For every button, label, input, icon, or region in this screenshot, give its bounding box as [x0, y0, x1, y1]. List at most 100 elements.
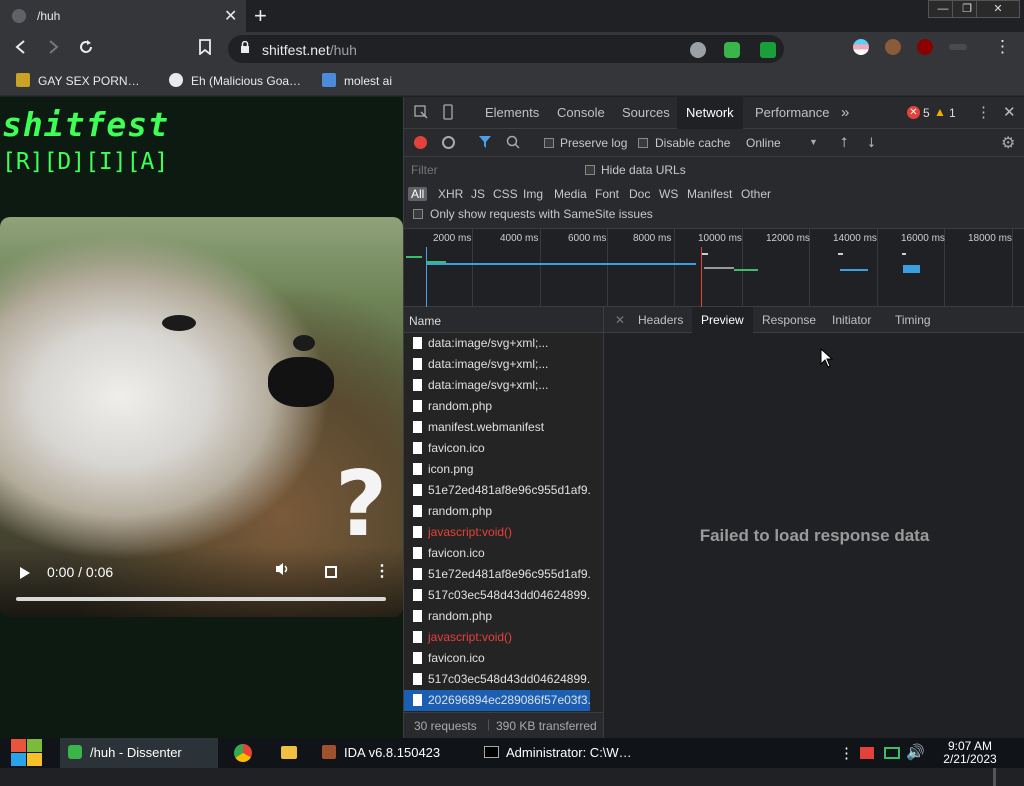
- volume-icon[interactable]: 🔊: [906, 743, 925, 761]
- request-row[interactable]: icon.png: [404, 459, 590, 480]
- filter-font[interactable]: Font: [595, 187, 619, 201]
- request-row[interactable]: random.php: [404, 501, 590, 522]
- volume-icon[interactable]: [275, 562, 291, 580]
- disable-cache-checkbox[interactable]: [638, 138, 648, 148]
- more-options-icon[interactable]: ⋮: [374, 561, 390, 581]
- name-column-header[interactable]: Name: [404, 307, 604, 333]
- taskbar-item-cmd[interactable]: Administrator: C:\W…: [474, 738, 632, 768]
- video-progress-bar[interactable]: [16, 597, 386, 601]
- chevron-down-icon[interactable]: ▼: [809, 137, 818, 147]
- extension-icon[interactable]: [949, 44, 967, 50]
- folder-icon[interactable]: [281, 746, 297, 759]
- filter-other[interactable]: Other: [741, 187, 771, 201]
- tab-timing[interactable]: Timing: [886, 307, 940, 333]
- samesite-checkbox[interactable]: [413, 209, 423, 219]
- request-row[interactable]: javascript:void(): [404, 627, 590, 648]
- ublock-icon[interactable]: [917, 39, 933, 55]
- flag-icon[interactable]: [860, 747, 874, 759]
- filter-input[interactable]: [408, 161, 574, 179]
- bookmark-star-icon[interactable]: [198, 39, 212, 60]
- taskbar-item-ida[interactable]: IDA v6.8.150423: [312, 738, 440, 768]
- filter-js[interactable]: JS: [471, 187, 485, 201]
- menu-icon[interactable]: ⋮: [994, 37, 1011, 57]
- new-tab-button[interactable]: +: [254, 3, 267, 29]
- close-devtools-icon[interactable]: ✕: [1003, 103, 1016, 121]
- browser-tab[interactable]: /huh ✕: [0, 0, 246, 32]
- request-row[interactable]: 51e72ed481af8e96c955d1af9...: [404, 564, 590, 585]
- tab-network[interactable]: Network: [677, 97, 743, 129]
- request-row[interactable]: data:image/svg+xml;...: [404, 333, 590, 354]
- tab-performance[interactable]: Performance: [746, 97, 838, 129]
- request-row[interactable]: data:image/svg+xml;...: [404, 354, 590, 375]
- tab-headers[interactable]: Headers: [629, 307, 692, 333]
- network-overview[interactable]: 2000 ms 4000 ms 6000 ms 8000 ms 10000 ms…: [404, 229, 1024, 307]
- request-row[interactable]: random.php: [404, 606, 590, 627]
- filter-media[interactable]: Media: [554, 187, 587, 201]
- gridline: [540, 229, 541, 307]
- tab-initiator[interactable]: Initiator: [823, 307, 880, 333]
- request-row[interactable]: 517c03ec548d43dd04624899...: [404, 585, 590, 606]
- more-tabs-icon[interactable]: »: [832, 97, 858, 129]
- import-har-icon[interactable]: ⭡: [841, 134, 848, 151]
- tab-sources[interactable]: Sources: [613, 97, 679, 129]
- filter-icon[interactable]: [478, 135, 492, 152]
- request-row[interactable]: 517c03ec548d43dd04624899...: [404, 669, 590, 690]
- chrome-icon[interactable]: [234, 744, 252, 762]
- tab-response[interactable]: Response: [753, 307, 825, 333]
- back-icon[interactable]: [14, 39, 28, 59]
- bookmark-item[interactable]: molest ai: [322, 73, 392, 88]
- filter-doc[interactable]: Doc: [629, 187, 650, 201]
- request-row[interactable]: favicon.ico: [404, 543, 590, 564]
- request-row[interactable]: manifest.webmanifest: [404, 417, 590, 438]
- request-row[interactable]: data:image/svg+xml;...: [404, 375, 590, 396]
- inspect-element-icon[interactable]: [414, 105, 428, 122]
- error-count[interactable]: 5: [923, 106, 930, 120]
- request-row[interactable]: javascript:void(): [404, 522, 590, 543]
- close-tab-icon[interactable]: ✕: [224, 6, 237, 26]
- reload-icon[interactable]: [78, 39, 94, 60]
- device-toolbar-icon[interactable]: [441, 104, 455, 123]
- devtools-menu-icon[interactable]: ⋮: [976, 103, 991, 121]
- filter-xhr[interactable]: XHR: [438, 187, 463, 201]
- request-row[interactable]: favicon.ico: [404, 438, 590, 459]
- fullscreen-icon[interactable]: [325, 566, 337, 578]
- filter-css[interactable]: CSS: [493, 187, 518, 201]
- request-row[interactable]: favicon.ico: [404, 648, 590, 669]
- request-row[interactable]: 202696894ec289086f57e03f3...: [404, 690, 590, 711]
- media-icon[interactable]: [690, 42, 706, 58]
- forward-icon[interactable]: [46, 39, 60, 59]
- flag-extension-icon[interactable]: [853, 39, 869, 55]
- export-har-icon[interactable]: ⭣: [868, 134, 875, 151]
- record-icon[interactable]: [414, 136, 427, 149]
- bookmark-item[interactable]: GAY SEX PORN…: [16, 73, 140, 88]
- tab-preview[interactable]: Preview: [692, 307, 753, 333]
- dissenter-icon[interactable]: [724, 42, 740, 58]
- clear-icon[interactable]: [442, 136, 455, 149]
- bookmark-item[interactable]: Eh (Malicious Goa…: [169, 73, 301, 88]
- request-row[interactable]: random.php: [404, 396, 590, 417]
- hide-data-urls-checkbox[interactable]: [585, 165, 595, 175]
- filter-manifest[interactable]: Manifest: [687, 187, 732, 201]
- window-close-button[interactable]: ✕: [976, 0, 1020, 18]
- address-bar[interactable]: shitfest.net/huh: [228, 35, 784, 63]
- filter-all[interactable]: All: [408, 187, 428, 201]
- throttling-select[interactable]: Online: [746, 136, 781, 150]
- play-icon[interactable]: [20, 567, 30, 579]
- video-player[interactable]: ? 0:00 / 0:06 ⋮: [0, 217, 403, 617]
- file-icon: [413, 421, 422, 433]
- tab-elements[interactable]: Elements: [476, 97, 548, 129]
- shield-icon[interactable]: [760, 42, 776, 58]
- preserve-log-checkbox[interactable]: [544, 138, 554, 148]
- warning-count[interactable]: 1: [949, 106, 956, 120]
- search-icon[interactable]: [506, 135, 520, 152]
- filter-img[interactable]: Img: [523, 187, 543, 201]
- tab-console[interactable]: Console: [548, 97, 614, 129]
- system-clock[interactable]: 9:07 AM 2/21/2023: [940, 740, 1000, 766]
- taskbar-item-dissenter[interactable]: /huh - Dissenter: [60, 738, 218, 768]
- avatar-extension-icon[interactable]: [885, 39, 901, 55]
- gear-icon[interactable]: ⚙: [1001, 133, 1015, 153]
- overflow-icon[interactable]: ⋮: [839, 744, 854, 762]
- filter-ws[interactable]: WS: [659, 187, 678, 201]
- network-icon[interactable]: [884, 747, 900, 759]
- request-row[interactable]: 51e72ed481af8e96c955d1af9...: [404, 480, 590, 501]
